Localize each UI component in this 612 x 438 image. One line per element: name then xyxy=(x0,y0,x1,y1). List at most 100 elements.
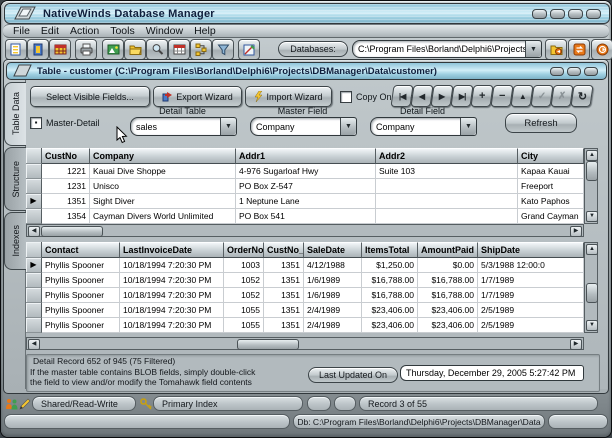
cell-lastinvoicedate[interactable]: 10/18/1994 7:20:30 PM xyxy=(120,318,224,333)
cell-amountpaid[interactable]: $16,788.00 xyxy=(418,288,478,303)
cell-shipdate[interactable]: 5/3/1988 12:00:0 xyxy=(478,258,584,273)
cell-city[interactable]: Kapaa Kauai xyxy=(518,164,584,179)
last-updated-field[interactable]: Thursday, December 29, 2005 5:27:42 PM xyxy=(400,365,584,381)
detail-table-arrow-icon[interactable]: ▼ xyxy=(220,118,236,135)
column-header-custno[interactable]: CustNo xyxy=(42,148,90,164)
databases-button[interactable]: Databases: xyxy=(278,41,348,57)
cell-lastinvoicedate[interactable]: 10/18/1994 7:20:30 PM xyxy=(120,288,224,303)
cell-saledate[interactable]: 4/12/1988 xyxy=(304,258,362,273)
doc-window-button-1[interactable] xyxy=(550,67,564,76)
cell-orderno[interactable]: 1052 xyxy=(224,288,264,303)
scroll-down-icon[interactable]: ▼ xyxy=(586,320,598,331)
cell-lastinvoicedate[interactable]: 10/18/1994 7:20:30 PM xyxy=(120,258,224,273)
cell-shipdate[interactable]: 1/7/1989 xyxy=(478,288,584,303)
cell-city[interactable]: Grand Cayman xyxy=(518,209,584,224)
cell-company[interactable]: Sight Diver xyxy=(90,194,236,209)
window-button-3[interactable] xyxy=(568,9,583,19)
scroll-down-icon[interactable]: ▼ xyxy=(586,211,598,222)
menu-file[interactable]: File xyxy=(13,25,30,37)
main-titlebar[interactable]: NativeWinds Database Manager xyxy=(4,3,610,24)
cell-contact[interactable]: Phyllis Spooner xyxy=(42,318,120,333)
chart-design-button[interactable] xyxy=(238,39,260,60)
column-header-addr1[interactable]: Addr1 xyxy=(236,148,376,164)
detail-table-combo[interactable]: sales ▼ xyxy=(130,117,237,136)
cell-contact[interactable]: Phyllis Spooner xyxy=(42,273,120,288)
vscroll-thumb[interactable] xyxy=(586,283,598,303)
cell-custno1[interactable]: 1351 xyxy=(264,318,304,333)
cell-custno1[interactable]: 1351 xyxy=(264,273,304,288)
cell-addr1[interactable]: 1 Neptune Lane xyxy=(236,194,376,209)
cell-itemstotal[interactable]: $1,250.00 xyxy=(362,258,418,273)
import-wizard-button[interactable]: Import Wizard xyxy=(245,86,332,107)
master-field-arrow-icon[interactable]: ▼ xyxy=(340,118,356,135)
cell-city[interactable]: Kato Paphos xyxy=(518,194,584,209)
new-table-button[interactable] xyxy=(5,39,27,60)
menu-window[interactable]: Window xyxy=(146,25,183,37)
column-header-itemstotal[interactable]: ItemsTotal xyxy=(362,242,418,258)
cell-itemstotal[interactable]: $23,406.00 xyxy=(362,318,418,333)
cell-orderno[interactable]: 1055 xyxy=(224,303,264,318)
cell-orderno[interactable]: 1052 xyxy=(224,273,264,288)
cell-shipdate[interactable]: 2/5/1989 xyxy=(478,303,584,318)
select-visible-fields-button[interactable]: Select Visible Fields... xyxy=(30,86,150,107)
print-button[interactable] xyxy=(75,39,97,60)
cell-saledate[interactable]: 1/6/1989 xyxy=(304,288,362,303)
open-database-folder-button[interactable] xyxy=(545,39,567,60)
calendar-data-button[interactable] xyxy=(168,39,190,60)
last-updated-on-button[interactable]: Last Updated On xyxy=(308,367,398,383)
cell-contact[interactable]: Phyllis Spooner xyxy=(42,258,120,273)
cell-custno[interactable]: 1221 xyxy=(42,164,90,179)
cell-custno1[interactable]: 1351 xyxy=(264,303,304,318)
column-header-amountpaid[interactable]: AmountPaid xyxy=(418,242,478,258)
export-wizard-button[interactable]: Export Wizard xyxy=(153,86,242,107)
column-header-shipdate[interactable]: ShipDate xyxy=(478,242,584,258)
scroll-up-icon[interactable]: ▲ xyxy=(586,244,598,255)
cell-custno1[interactable]: 1351 xyxy=(264,258,304,273)
cell-addr2[interactable] xyxy=(376,194,518,209)
nav-refresh-button[interactable]: ↻ xyxy=(570,85,593,107)
cell-saledate[interactable]: 2/4/1989 xyxy=(304,303,362,318)
hscroll-thumb[interactable] xyxy=(237,339,299,350)
scroll-up-icon[interactable]: ▲ xyxy=(586,150,598,161)
column-header-orderno[interactable]: OrderNo xyxy=(224,242,264,258)
cell-company[interactable]: Kauai Dive Shoppe xyxy=(90,164,236,179)
cell-amountpaid[interactable]: $23,406.00 xyxy=(418,303,478,318)
menu-tools[interactable]: Tools xyxy=(110,25,135,37)
window-button-1[interactable] xyxy=(532,9,547,19)
cell-orderno[interactable]: 1003 xyxy=(224,258,264,273)
cell-addr2[interactable] xyxy=(376,209,518,224)
column-header-city[interactable]: City xyxy=(518,148,584,164)
menu-edit[interactable]: Edit xyxy=(41,25,59,37)
column-header-saledate[interactable]: SaleDate xyxy=(304,242,362,258)
column-header-custno1[interactable]: CustNo_1 xyxy=(264,242,304,258)
cell-orderno[interactable]: 1055 xyxy=(224,318,264,333)
cell-company[interactable]: Cayman Divers World Unlimited xyxy=(90,209,236,224)
cell-amountpaid[interactable]: $23,406.00 xyxy=(418,318,478,333)
cell-addr2[interactable]: Suite 103 xyxy=(376,164,518,179)
master-field-combo[interactable]: Company ▼ xyxy=(250,117,357,136)
doc-window-button-3[interactable] xyxy=(584,67,598,76)
document-titlebar[interactable]: Table - customer (C:\Program Files\Borla… xyxy=(6,62,607,80)
dropdown-arrow-icon[interactable]: ▼ xyxy=(525,41,541,57)
scroll-left-icon[interactable]: ◀ xyxy=(28,339,40,350)
search-button[interactable] xyxy=(146,39,168,60)
cell-custno[interactable]: 1231 xyxy=(42,179,90,194)
column-header-contact[interactable]: Contact xyxy=(42,242,120,258)
cell-shipdate[interactable]: 2/5/1989 xyxy=(478,318,584,333)
detail-field-combo[interactable]: Company ▼ xyxy=(370,117,477,136)
cell-amountpaid[interactable]: $16,788.00 xyxy=(418,273,478,288)
cell-contact[interactable]: Phyllis Spooner xyxy=(42,303,120,318)
filter-button[interactable] xyxy=(212,39,234,60)
cell-company[interactable]: Unisco xyxy=(90,179,236,194)
cell-itemstotal[interactable]: $16,788.00 xyxy=(362,288,418,303)
cell-addr1[interactable]: PO Box Z-547 xyxy=(236,179,376,194)
cell-custno1[interactable]: 1351 xyxy=(264,288,304,303)
master-detail-checkbox[interactable]: ▪ xyxy=(30,117,42,129)
view-data-button[interactable] xyxy=(27,39,49,60)
cell-saledate[interactable]: 1/6/1989 xyxy=(304,273,362,288)
scroll-right-icon[interactable]: ▶ xyxy=(570,226,582,237)
vscroll-thumb[interactable] xyxy=(586,161,598,181)
menu-action[interactable]: Action xyxy=(70,25,99,37)
refresh-button[interactable]: Refresh xyxy=(505,113,577,133)
master-grid-vscrollbar[interactable]: ▲ ▼ xyxy=(584,148,598,224)
